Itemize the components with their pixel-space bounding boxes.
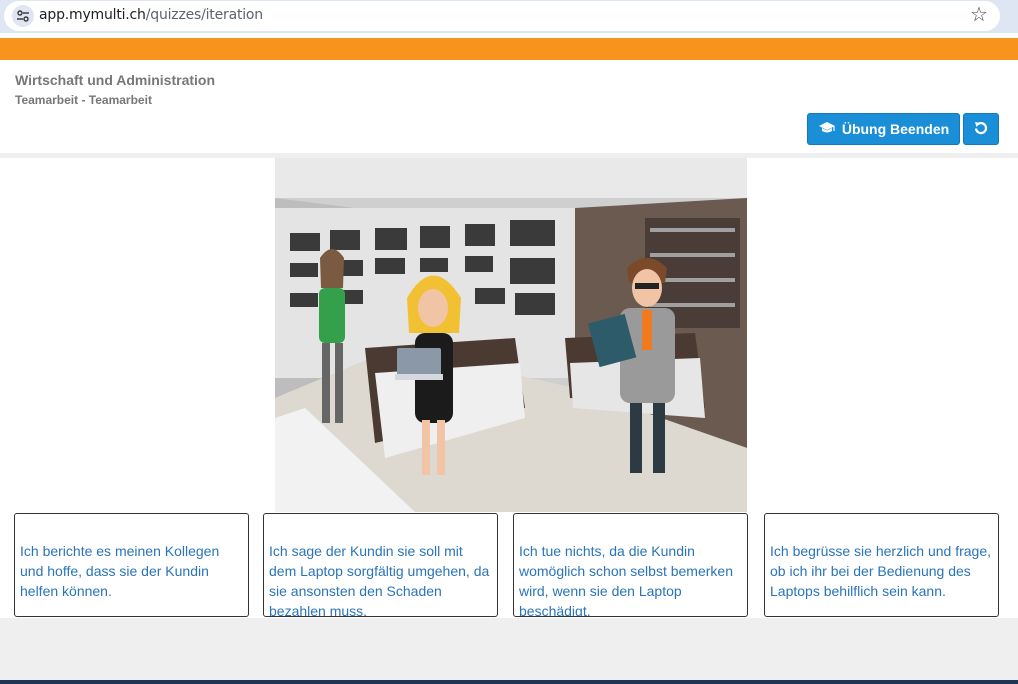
- reset-button[interactable]: [963, 113, 999, 145]
- answer-option-2[interactable]: Ich sage der Kundin sie soll mit dem Lap…: [263, 513, 498, 617]
- address-bar[interactable]: app.mymulti.ch/quizzes/iteration ☆: [4, 1, 1000, 31]
- page-subtitle: Teamarbeit - Teamarbeit: [15, 93, 152, 107]
- scenario-image: [275, 158, 747, 512]
- os-taskbar: [0, 680, 1018, 684]
- page-title: Wirtschaft und Administration: [15, 72, 216, 88]
- end-exercise-label: Übung Beenden: [841, 121, 950, 137]
- url-path: /quizzes/iteration: [145, 7, 263, 23]
- answer-options: Ich berichte es meinen Kollegen und hoff…: [0, 513, 1018, 617]
- quiz-header: Wirtschaft und Administration Teamarbeit…: [0, 60, 1018, 153]
- graduation-cap-icon: [818, 121, 836, 138]
- answer-option-1[interactable]: Ich berichte es meinen Kollegen und hoff…: [14, 513, 249, 617]
- answer-option-4[interactable]: Ich begrüsse sie herzlich und frage, ob …: [764, 513, 999, 617]
- star-icon[interactable]: ☆: [970, 4, 988, 26]
- browser-toolbar: app.mymulti.ch/quizzes/iteration ☆: [0, 0, 1018, 33]
- tune-icon[interactable]: [12, 5, 34, 27]
- url-host: app.mymulti.ch: [39, 7, 146, 23]
- end-exercise-button[interactable]: Übung Beenden: [807, 113, 960, 145]
- answer-option-3[interactable]: Ich tue nichts, da die Kundin womöglich …: [513, 513, 748, 617]
- page-footer-area: [0, 618, 1018, 680]
- url-text[interactable]: app.mymulti.ch/quizzes/iteration: [39, 7, 263, 23]
- refresh-icon: [973, 120, 989, 139]
- quiz-content: Ich berichte es meinen Kollegen und hoff…: [0, 158, 1018, 618]
- brand-band: [0, 38, 1018, 60]
